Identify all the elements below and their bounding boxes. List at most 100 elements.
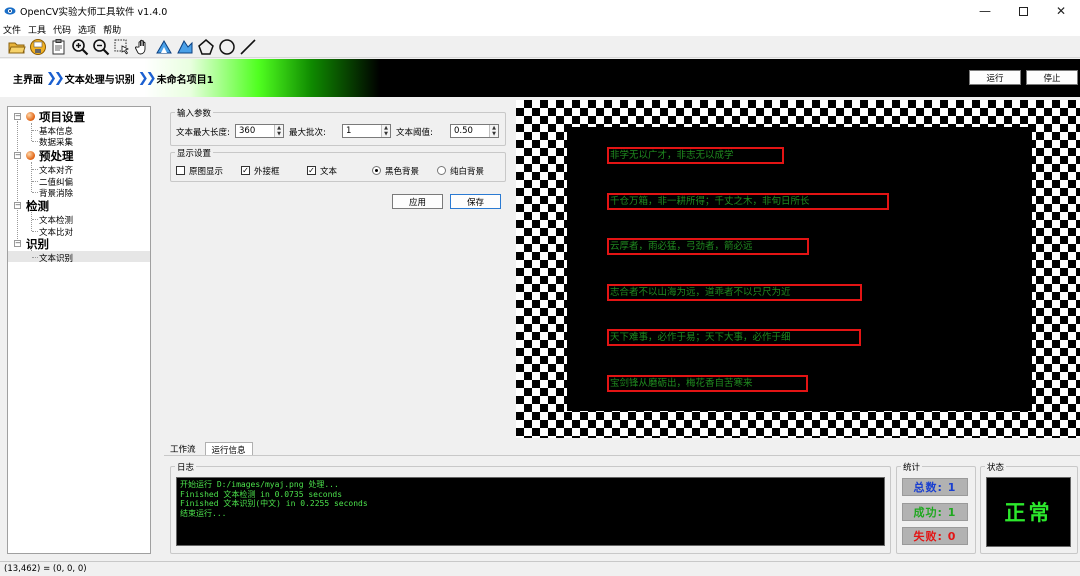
black-background-label: 黑色背景 — [385, 167, 420, 177]
breadcrumb-module[interactable]: 文本处理与识别 — [65, 71, 135, 86]
circle-button[interactable] — [217, 37, 237, 57]
text-box-6: 宝剑锋从磨砺出，梅花香自苦寒来 — [607, 375, 808, 392]
log-console[interactable]: 开始运行 D:/images/myaj.png 处理... Finished 文… — [176, 477, 885, 546]
save-config-button[interactable]: 保存 — [450, 194, 501, 209]
white-background-label: 纯白背景 — [450, 167, 485, 177]
app-window: OpenCV实验大师工具软件 v1.4.0 — ✕ 文件 工具 代码 选项 帮助 — [0, 0, 1080, 576]
tree-connector — [31, 123, 32, 141]
menu-help[interactable]: 帮助 — [103, 23, 121, 36]
breadcrumb-home[interactable]: 主界面 — [13, 71, 43, 86]
collapse-toggle[interactable]: − — [14, 113, 21, 120]
zoom-out-button[interactable] — [91, 37, 111, 57]
polyline-icon — [177, 39, 193, 53]
toolbar — [0, 36, 1080, 58]
category-orb-icon — [26, 112, 35, 121]
status-label: 状态 — [985, 461, 1007, 473]
apply-button[interactable]: 应用 — [392, 194, 443, 209]
spin-arrows-icon[interactable]: ▲ ▼ — [381, 125, 390, 137]
stats-label: 统计 — [901, 461, 923, 473]
tree-connector — [32, 192, 38, 193]
roi-icon — [156, 39, 172, 53]
show-original-checkbox[interactable] — [176, 166, 185, 175]
tree-connector — [17, 121, 18, 243]
display-settings-label: 显示设置 — [175, 147, 214, 159]
tree-item-text-recognize[interactable]: 文本识别 — [39, 252, 150, 264]
hand-button[interactable] — [133, 37, 153, 57]
black-background-radio[interactable] — [372, 166, 381, 175]
tree-item-text-detect[interactable]: 文本检测 — [39, 214, 150, 226]
tree-connector — [32, 169, 38, 170]
log-line: Finished 文本识别(中文) in 0.2255 seconds — [180, 499, 368, 508]
stop-button[interactable]: 停止 — [1026, 70, 1078, 85]
max-length-input[interactable]: 360 ▲ ▼ — [235, 124, 284, 138]
fail-count: 失败: 0 — [902, 527, 968, 545]
tree-category-project-settings[interactable]: 项目设置 — [39, 109, 150, 125]
collapse-toggle[interactable]: − — [14, 202, 21, 209]
select-button[interactable] — [112, 37, 132, 57]
text-box-1: 非学无以广才，非志无以成学 — [607, 147, 784, 164]
total-count: 总数: 1 — [902, 478, 968, 496]
bounding-box-checkbox[interactable]: ✓ — [241, 166, 250, 175]
menu-tools[interactable]: 工具 — [28, 23, 46, 36]
log-line: 结束运行... — [180, 508, 227, 518]
tree-item-data-collection[interactable]: 数据采集 — [39, 136, 150, 148]
text-box-2: 千仓万箱，非一耕所得；千丈之木，非旬日所长 — [607, 193, 889, 210]
image-viewer[interactable]: 非学无以广才，非志无以成学 千仓万箱，非一耕所得；千丈之木，非旬日所长 云厚者，… — [516, 100, 1080, 438]
threshold-input[interactable]: 0.50 ▲ ▼ — [450, 124, 499, 138]
collapse-toggle[interactable]: − — [14, 240, 21, 247]
spin-arrows-icon[interactable]: ▲ ▼ — [489, 125, 498, 137]
tree-category-preprocess[interactable]: 预处理 — [39, 148, 150, 164]
zoom-in-button[interactable] — [70, 37, 90, 57]
show-original-label: 原图显示 — [189, 167, 224, 177]
line-button[interactable] — [238, 37, 258, 57]
text-box-5: 天下难事，必作于易；天下大事，必作于细 — [607, 329, 861, 346]
max-batch-value: 1 — [346, 126, 352, 136]
tree-connector — [32, 219, 38, 220]
close-button[interactable]: ✕ — [1042, 0, 1080, 22]
zoom-out-icon — [93, 38, 110, 55]
input-params-label: 输入参数 — [175, 107, 214, 119]
text-checkbox[interactable]: ✓ — [307, 166, 316, 175]
save-button[interactable] — [28, 37, 48, 57]
minimize-button[interactable]: — — [966, 0, 1004, 22]
clipboard-button[interactable] — [49, 37, 69, 57]
category-orb-icon — [26, 151, 35, 160]
clipboard-icon — [52, 38, 65, 54]
tree-category-detect[interactable]: 检测 — [26, 198, 150, 214]
threshold-label: 文本阈值: — [396, 128, 433, 138]
tree-connector — [31, 162, 32, 192]
tab-run-info[interactable]: 运行信息 — [204, 442, 253, 456]
polygon-button[interactable] — [196, 37, 216, 57]
collapse-toggle[interactable]: − — [14, 152, 21, 159]
image-canvas: 非学无以广才，非志无以成学 千仓万箱，非一耕所得；千丈之木，非旬日所长 云厚者，… — [567, 127, 1032, 411]
maximize-icon — [1018, 6, 1028, 16]
maximize-button[interactable] — [1004, 0, 1042, 22]
menu-file[interactable]: 文件 — [3, 23, 21, 36]
max-batch-input[interactable]: 1 ▲ ▼ — [342, 124, 391, 138]
chevron-right-icon: ❯❯ — [46, 71, 65, 86]
threshold-value: 0.50 — [454, 126, 473, 136]
select-icon — [114, 39, 129, 54]
line-icon — [240, 38, 256, 55]
spin-arrows-icon[interactable]: ▲ ▼ — [274, 125, 283, 137]
zoom-in-icon — [72, 38, 89, 55]
window-title: OpenCV实验大师工具软件 v1.4.0 — [20, 7, 168, 18]
success-count: 成功: 1 — [902, 503, 968, 521]
log-line: Finished 文本检测 in 0.0735 seconds — [180, 489, 343, 499]
save-icon — [30, 38, 46, 55]
tree-item-text-align[interactable]: 文本对齐 — [39, 164, 150, 176]
tree-category-recognize[interactable]: 识别 — [26, 236, 150, 252]
polyline-button[interactable] — [175, 37, 195, 57]
menu-code[interactable]: 代码 — [53, 23, 71, 36]
status-bar: (13,462) = (0, 0, 0) — [0, 561, 1080, 576]
tab-workflow[interactable]: 工作流 — [164, 442, 202, 456]
open-folder-button[interactable] — [7, 37, 27, 57]
roi-button[interactable] — [154, 37, 174, 57]
white-background-radio[interactable] — [437, 166, 446, 175]
tree-connector — [32, 181, 38, 182]
run-button[interactable]: 运行 — [969, 70, 1021, 85]
hand-icon — [134, 39, 146, 54]
pixel-readout: (13,462) = (0, 0, 0) — [4, 564, 87, 574]
menu-options[interactable]: 选项 — [78, 23, 96, 36]
breadcrumb-bar: 主界面 ❯❯ 文本处理与识别 ❯❯ 未命名项目1 — [0, 59, 1080, 97]
